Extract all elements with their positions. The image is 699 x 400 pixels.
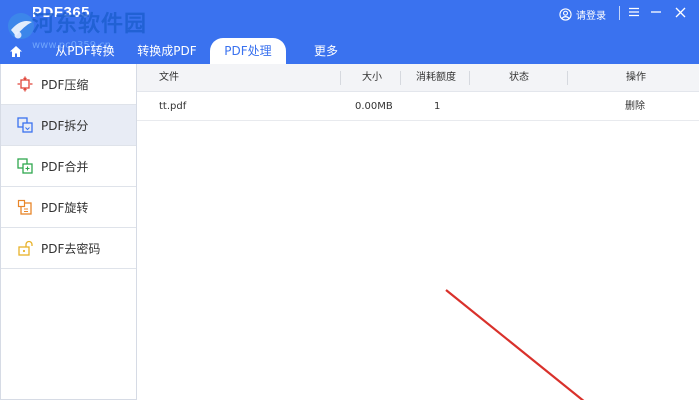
merge-icon <box>17 158 33 174</box>
compress-icon <box>17 76 33 92</box>
column-header-file: 文件 <box>159 72 179 83</box>
cell-quota: 1 <box>434 101 441 112</box>
minimize-icon <box>651 11 661 13</box>
column-header-size: 大小 <box>362 72 382 83</box>
title-bar-divider <box>619 6 620 20</box>
column-divider <box>567 71 568 85</box>
tab-pdf-processing[interactable]: PDF处理 <box>210 38 286 64</box>
sidebar-item-merge[interactable]: PDF合并 <box>1 146 136 187</box>
user-icon <box>559 7 572 21</box>
tab-to-pdf[interactable]: 转换成PDF <box>128 38 206 64</box>
sidebar-item-label: PDF拆分 <box>41 118 89 133</box>
split-icon <box>17 117 33 133</box>
table-row[interactable]: tt.pdf 0.00MB 1 删除 <box>137 93 699 121</box>
menu-button[interactable] <box>625 3 643 21</box>
column-header-quota: 消耗额度 <box>416 72 456 83</box>
close-icon <box>675 7 685 17</box>
sidebar-item-label: PDF旋转 <box>41 200 89 215</box>
home-button[interactable] <box>6 42 26 60</box>
app-window: PDF365 河东软件园 www.pc0359.cn 请登录 从PDF转换 转换… <box>0 0 699 400</box>
column-divider <box>400 71 401 85</box>
minimize-button[interactable] <box>647 3 665 21</box>
home-icon <box>10 45 22 57</box>
sidebar-item-label: PDF合并 <box>41 159 89 174</box>
cell-file-size: 0.00MB <box>355 101 393 112</box>
menu-icon <box>629 7 639 17</box>
column-header-action: 操作 <box>626 72 646 83</box>
sidebar-item-compress[interactable]: PDF压缩 <box>1 64 136 105</box>
rotate-icon <box>17 199 32 215</box>
login-label: 请登录 <box>576 10 606 22</box>
login-button[interactable]: 请登录 <box>559 5 606 23</box>
sidebar-item-rotate[interactable]: PDF旋转 <box>1 187 136 228</box>
sidebar-item-label: PDF压缩 <box>41 77 89 92</box>
close-button[interactable] <box>671 3 689 21</box>
column-divider <box>469 71 470 85</box>
unlock-icon <box>18 240 33 256</box>
cell-file-name: tt.pdf <box>159 101 187 112</box>
sidebar: PDF压缩 PDF拆分 PDF合并 PDF旋转 PDF去密码 <box>0 64 137 400</box>
file-table: 文件 大小 消耗额度 状态 操作 tt.pdf 0.00MB 1 删除 <box>137 64 699 400</box>
table-header: 文件 大小 消耗额度 状态 操作 <box>137 64 699 92</box>
main-tabs: 从PDF转换 转换成PDF PDF处理 更多 <box>0 38 699 64</box>
sidebar-item-label: PDF去密码 <box>41 241 101 256</box>
column-header-status: 状态 <box>509 72 529 83</box>
sidebar-item-remove-password[interactable]: PDF去密码 <box>1 228 136 269</box>
title-bar: PDF365 河东软件园 www.pc0359.cn 请登录 从PDF转换 转换… <box>0 0 699 64</box>
delete-button[interactable]: 删除 <box>625 93 645 121</box>
column-divider <box>340 71 341 85</box>
app-title: PDF365 <box>32 4 91 21</box>
sidebar-item-split[interactable]: PDF拆分 <box>1 105 136 146</box>
tab-more[interactable]: 更多 <box>297 38 355 64</box>
tab-from-pdf[interactable]: 从PDF转换 <box>46 38 124 64</box>
